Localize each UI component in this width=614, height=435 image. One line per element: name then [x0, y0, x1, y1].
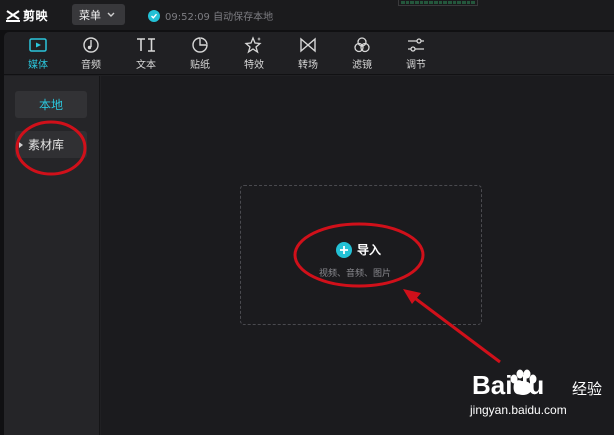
chevron-down-icon	[107, 12, 115, 17]
filter-icon	[354, 37, 370, 53]
autosave-status: 09:52:09 自动保存本地	[148, 8, 273, 23]
sidebar-item-local[interactable]: 本地	[15, 91, 87, 118]
check-circle-icon	[148, 9, 160, 22]
tab-effects[interactable]: 特效	[234, 36, 274, 72]
text-icon	[137, 38, 155, 52]
effects-icon	[244, 36, 262, 54]
tab-adjust[interactable]: 调节	[396, 36, 436, 72]
audio-level-meter	[398, 0, 478, 6]
tab-media[interactable]: 媒体	[18, 36, 58, 72]
sidebar-item-library[interactable]: 素材库	[15, 131, 87, 158]
audio-icon	[83, 37, 99, 53]
watermark-logo: Baidu	[472, 370, 545, 400]
media-sidebar: 本地 素材库	[4, 76, 100, 435]
transition-icon	[300, 37, 316, 53]
import-dropzone[interactable]: 导入 视频、音频、图片	[240, 185, 482, 325]
watermark-url: jingyan.baidu.com	[470, 403, 567, 417]
import-label: 导入	[357, 243, 382, 257]
tab-transition[interactable]: 转场	[288, 36, 328, 72]
import-button[interactable]: 导入	[336, 241, 381, 258]
autosave-text: 09:52:09 自动保存本地	[165, 12, 274, 23]
title-bar: 剪映 菜单 09:52:09 自动保存本地	[0, 0, 614, 30]
tab-filter[interactable]: 滤镜	[342, 36, 382, 72]
plus-circle-icon	[336, 241, 352, 258]
tab-text[interactable]: 文本	[126, 36, 166, 72]
import-hint: 视频、音频、图片	[319, 269, 392, 279]
baidu-jingyan-watermark: Baidu 经验 jingyan.baidu.com	[468, 369, 610, 430]
caret-right-icon	[19, 141, 23, 148]
menu-button[interactable]: 菜单	[72, 4, 125, 25]
sticker-icon	[192, 37, 208, 53]
app-logo: 剪映	[6, 5, 48, 25]
menu-label: 菜单	[79, 8, 101, 22]
capcut-logo-icon	[6, 10, 20, 22]
adjust-icon	[408, 38, 424, 52]
tab-sticker[interactable]: 贴纸	[180, 36, 220, 72]
sidebar-item-label: 本地	[38, 98, 63, 112]
asset-toolbar: 媒体 音频 文本 贴纸 特效 转场 滤镜 调节	[4, 32, 614, 75]
sidebar-item-label: 素材库	[28, 138, 65, 152]
watermark-sub: 经验	[572, 380, 603, 398]
media-icon	[29, 38, 47, 52]
tab-audio[interactable]: 音频	[71, 36, 111, 72]
app-name: 剪映	[23, 8, 49, 23]
